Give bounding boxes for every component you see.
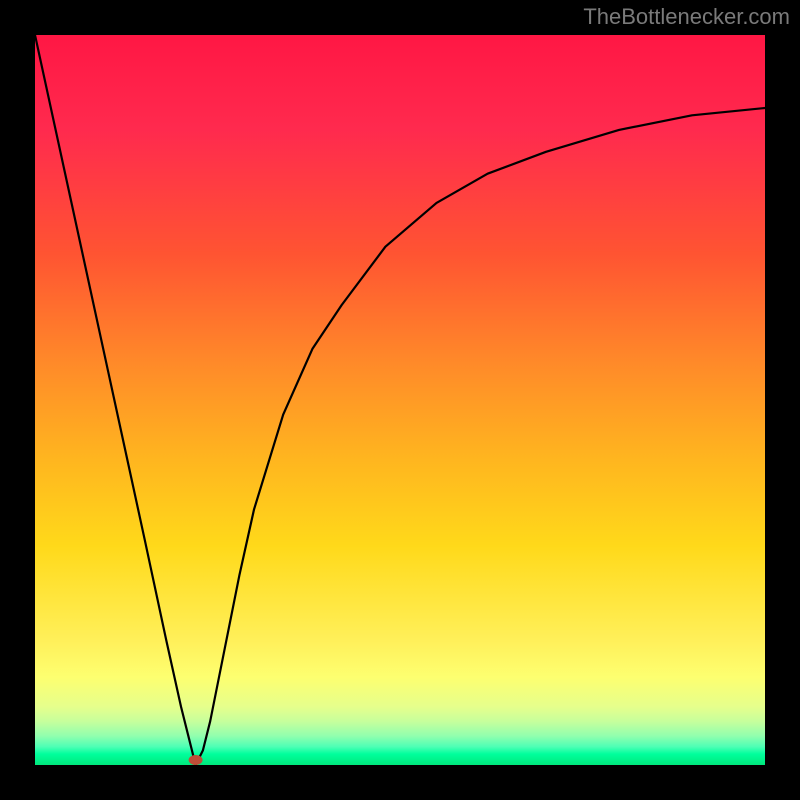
chart-plot-area (35, 35, 765, 765)
chart-frame: TheBottlenecker.com (0, 0, 800, 800)
minimum-marker (189, 755, 203, 765)
bottleneck-curve (35, 35, 765, 765)
attribution-text: TheBottlenecker.com (583, 4, 790, 30)
